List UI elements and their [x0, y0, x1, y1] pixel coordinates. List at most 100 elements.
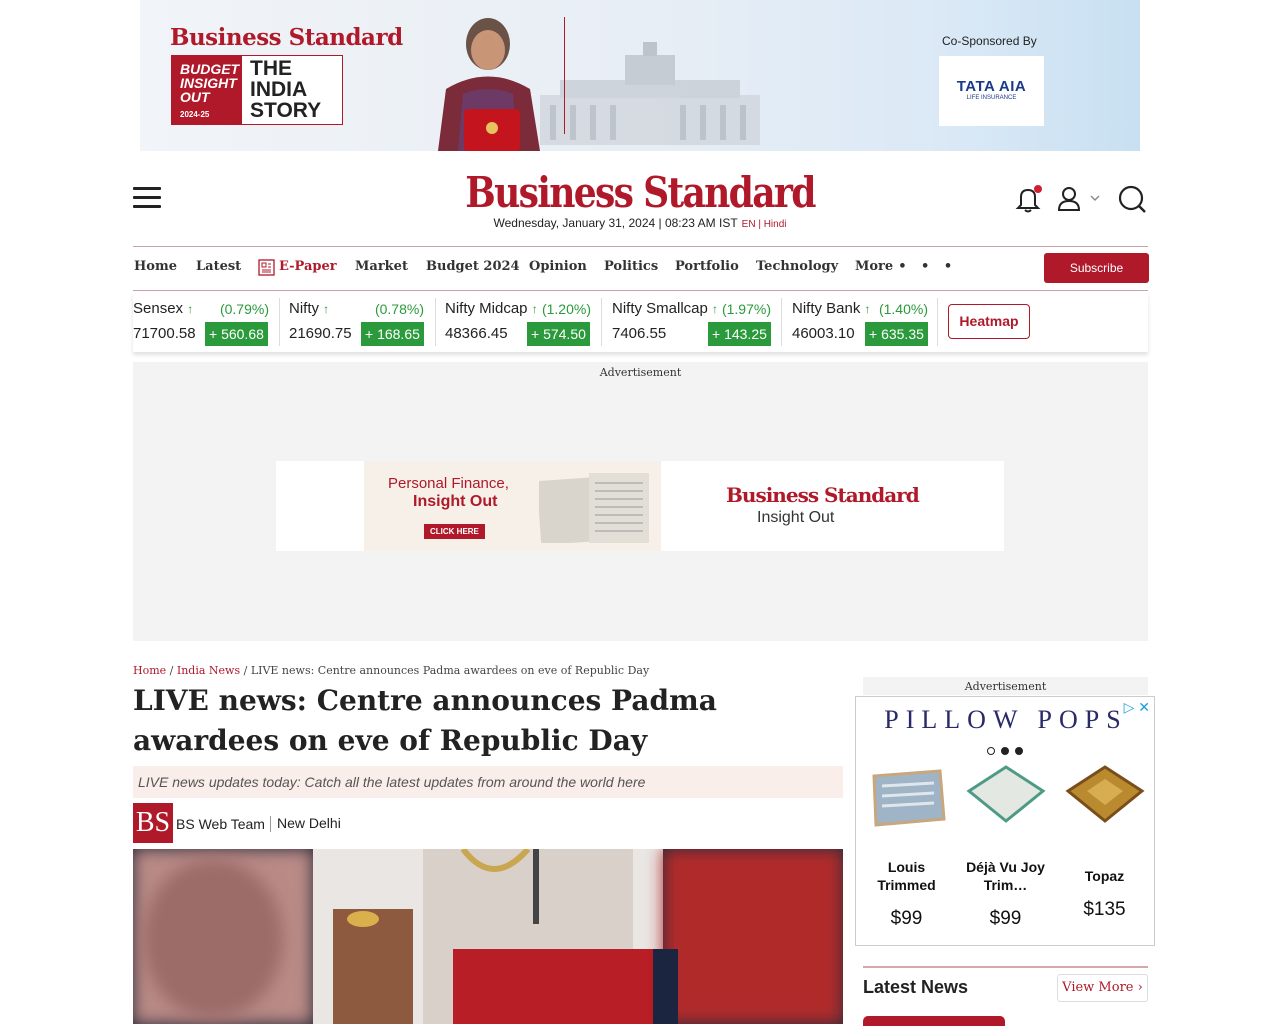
index-percent: (1.40%) [878, 301, 928, 317]
market-nifty-midcap[interactable]: Nifty Midcap ↑ (1.20%) 48366.45 + 574.50 [445, 292, 591, 352]
language-switch[interactable]: EN | Hindi [742, 219, 787, 230]
carousel-dots[interactable] [987, 742, 1029, 760]
index-percent: (0.79%) [219, 301, 269, 317]
market-nifty-smallcap[interactable]: Nifty Smallcap ↑ (1.97%) 7406.55 + 143.2… [612, 292, 771, 352]
story-line-3: STORY [250, 99, 322, 122]
market-ticker: Sensex ↑ (0.79%) 71700.58 + 560.68 Nifty… [133, 292, 1148, 352]
ticker-divider [937, 298, 938, 346]
article-summary: LIVE news updates today: Catch all the l… [133, 766, 843, 798]
index-change: + 560.68 [205, 322, 268, 346]
epaper-icon [258, 259, 275, 276]
ad-cta-button[interactable]: CLICK HERE [424, 524, 485, 539]
product-price: $99 [890, 908, 923, 929]
ad-label: Advertisement [599, 366, 682, 379]
nav-portfolio[interactable]: Portfolio [675, 259, 739, 274]
more-dots-icon: • • • [898, 259, 958, 274]
insight-out-ad[interactable]: Personal Finance, Insight Out CLICK HERE… [276, 461, 1004, 551]
index-value: 48366.45 [445, 325, 508, 342]
ticker-divider [435, 298, 436, 346]
product-name: Topaz [1084, 868, 1125, 884]
ad-line-1: Personal Finance, [388, 475, 509, 492]
nav-market[interactable]: Market [355, 259, 408, 274]
index-value: 71700.58 [133, 325, 196, 342]
nav-epaper[interactable]: E-Paper [279, 259, 337, 274]
article-hero-image[interactable] [133, 849, 843, 1024]
view-more-label: View More [1062, 980, 1134, 995]
index-percent: (0.78%) [374, 301, 424, 317]
product-card[interactable]: Déjà Vu Joy Trim… $99 [958, 761, 1053, 930]
author-name[interactable]: BS Web Team [176, 816, 265, 832]
ad-left-panel: Personal Finance, Insight Out CLICK HERE [364, 461, 661, 551]
minister-photo [438, 18, 540, 151]
market-sensex[interactable]: Sensex ↑ (0.79%) 71700.58 + 560.68 [133, 292, 269, 352]
index-name: Nifty Bank [792, 300, 861, 317]
nav-home[interactable]: Home [134, 259, 177, 274]
ticker-divider [781, 298, 782, 346]
breadcrumb-home[interactable]: Home [133, 664, 166, 677]
nav-more[interactable]: More • • • [855, 259, 957, 274]
nav-politics[interactable]: Politics [604, 259, 658, 274]
article-headline: LIVE news: Centre announces Padma awarde… [133, 684, 717, 757]
banner-brand: Business Standard [170, 24, 403, 51]
nav-budget-2024[interactable]: Budget 2024 [426, 259, 520, 274]
product-name: Déjà Vu Joy Trim… [966, 859, 1045, 893]
parliament-image [540, 42, 760, 145]
view-more-button[interactable]: View More › [1057, 974, 1148, 1002]
product-card[interactable]: Topaz $135 [1057, 761, 1152, 921]
search-icon[interactable] [1117, 184, 1147, 214]
index-value: 7406.55 [612, 325, 667, 342]
sponsor-sub: LIFE INSURANCE [966, 95, 1017, 101]
badge-line-3: OUT [180, 89, 210, 105]
product-card[interactable]: Louis Trimmed $99 [859, 761, 954, 930]
breadcrumb-section[interactable]: India News [177, 664, 240, 677]
main-nav: Home Latest E-Paper Market Budget 2024 O… [133, 246, 1149, 291]
latest-news-tab[interactable] [863, 1016, 1005, 1026]
heatmap-button[interactable]: Heatmap [948, 304, 1030, 339]
top-banner-ad[interactable]: Business Standard BUDGET INSIGHT OUT 202… [140, 0, 1140, 151]
pillow-image [1064, 765, 1145, 823]
index-percent: (1.97%) [721, 301, 771, 317]
breadcrumb-current: LIVE news: Centre announces Padma awarde… [250, 664, 650, 677]
notification-bell-icon[interactable] [1013, 184, 1043, 214]
subscribe-button[interactable]: Subscribe [1044, 253, 1149, 283]
nav-technology[interactable]: Technology [756, 259, 838, 274]
index-value: 21690.75 [289, 325, 352, 342]
ticker-divider [601, 298, 602, 346]
up-arrow-icon: ↑ [187, 302, 194, 316]
sponsor-name: TATA AIA [956, 78, 1027, 95]
index-change: + 574.50 [527, 322, 590, 346]
date-line: Wednesday, January 31, 2024 | 08:23 AM I… [0, 216, 1280, 230]
author-divider [270, 816, 271, 832]
badge-year: 2024-25 [180, 110, 210, 119]
chevron-right-icon: › [1133, 980, 1143, 995]
current-date: Wednesday, January 31, 2024 | 08:23 AM I… [493, 216, 738, 230]
breadcrumb: Home / India News / LIVE news: Centre an… [133, 664, 650, 677]
advertisement-block: Advertisement Personal Finance, Insight … [133, 362, 1148, 641]
nav-more-label: More [855, 259, 894, 274]
user-account-icon[interactable] [1057, 184, 1105, 214]
market-nifty[interactable]: Nifty ↑ (0.78%) 21690.75 + 168.65 [289, 292, 424, 352]
nav-opinion[interactable]: Opinion [529, 259, 587, 274]
pillow-pops-ad[interactable]: ▷ ✕ PILLOW POPS Louis Trimmed $99 Déjà V… [855, 696, 1155, 946]
up-arrow-icon: ↑ [323, 302, 330, 316]
banner-divider [564, 17, 565, 134]
cosponsor-label: Co-Sponsored By [942, 34, 1037, 48]
pillow-brand: PILLOW POPS [884, 705, 1128, 734]
sidebar-ad-label: Advertisement [863, 677, 1148, 695]
nav-latest[interactable]: Latest [196, 259, 241, 274]
story-line-1: THE [250, 57, 292, 80]
index-change: + 635.35 [865, 322, 928, 346]
author-location: New Delhi [277, 815, 341, 831]
latest-divider [863, 966, 1148, 968]
newspaper-image [539, 473, 649, 543]
product-name: Louis Trimmed [877, 859, 936, 893]
market-nifty-bank[interactable]: Nifty Bank ↑ (1.40%) 46003.10 + 635.35 [792, 292, 928, 352]
sponsor-logo: TATA AIA LIFE INSURANCE [939, 56, 1044, 126]
up-arrow-icon: ↑ [864, 302, 871, 316]
ad-line-2: Insight Out [413, 493, 498, 510]
story-line-2: INDIA [250, 78, 308, 101]
index-name: Nifty [289, 300, 319, 317]
up-arrow-icon: ↑ [712, 302, 719, 316]
latest-news-title: Latest News [863, 977, 969, 997]
pillow-image [871, 769, 946, 827]
